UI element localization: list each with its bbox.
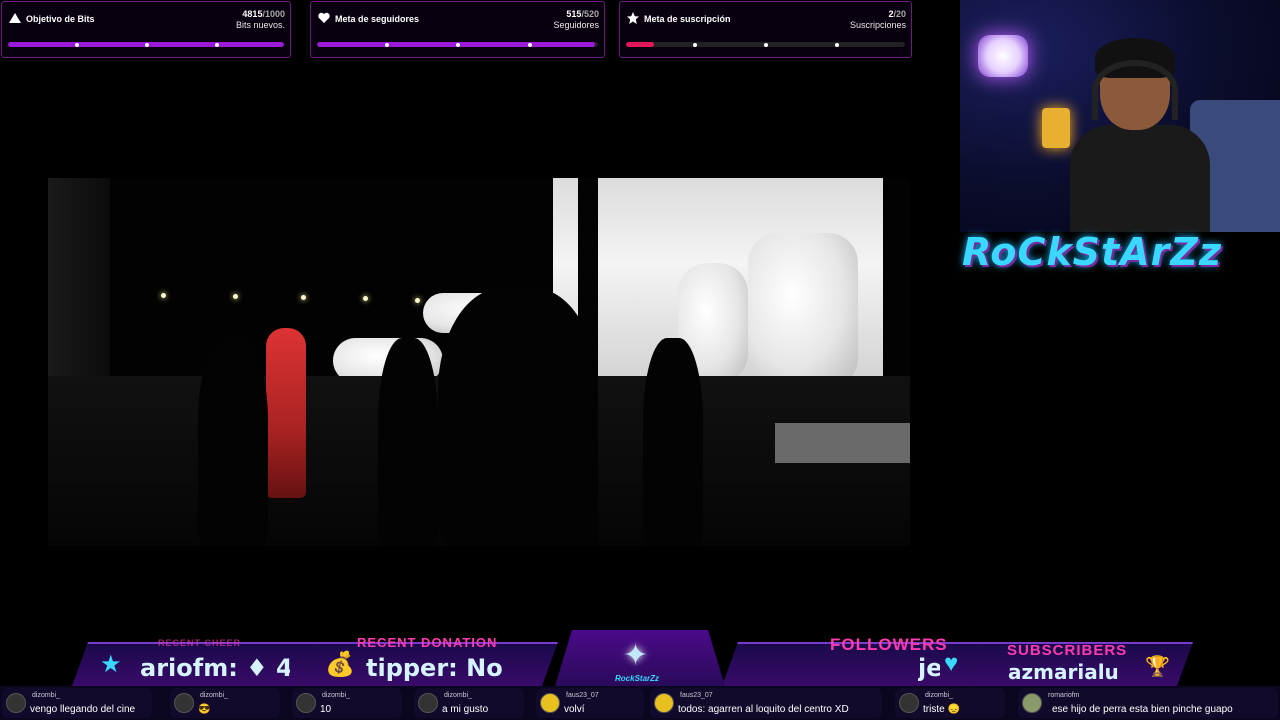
chat-text: 10 bbox=[320, 704, 332, 715]
microphone bbox=[1042, 108, 1070, 148]
goal-count: 4815/1000 bbox=[242, 9, 285, 19]
followers-label: FOLLOWERS bbox=[830, 635, 948, 654]
center-logo: ✦ RockStarZz bbox=[555, 630, 725, 686]
avatar bbox=[296, 693, 316, 713]
chat-username: dizombi_ bbox=[444, 692, 473, 699]
chat-username: dizombi_ bbox=[200, 692, 229, 699]
video-player[interactable] bbox=[48, 178, 910, 546]
avatar bbox=[418, 693, 438, 713]
chat-message: romariofm ese hijo de perra esta bien pi… bbox=[1018, 688, 1278, 718]
chat-username: faus23_07 bbox=[566, 692, 599, 699]
webcam-feed bbox=[960, 0, 1280, 232]
chat-message: dizombi_ triste 😞 bbox=[895, 688, 1005, 718]
heart-icon bbox=[318, 12, 330, 23]
chat-username: romariofm bbox=[1048, 692, 1080, 699]
goal-title: Meta de seguidores bbox=[335, 14, 420, 24]
chat-text: ese hijo de perra esta bien pinche guapo bbox=[1052, 704, 1233, 715]
subscribers-value: azmarialu bbox=[1008, 660, 1119, 684]
goal-subtitle: Suscripciones bbox=[849, 20, 906, 30]
trophy-icon: 🏆 bbox=[1145, 656, 1170, 678]
avatar bbox=[654, 693, 674, 713]
goal-title: Objetivo de Bits bbox=[26, 14, 95, 24]
chat-message: faus23_07 volví bbox=[536, 688, 644, 718]
chat-username: faus23_07 bbox=[680, 692, 713, 699]
chat-message: faus23_07 todos: agarren al loquito del … bbox=[650, 688, 882, 718]
channel-logo: RoCkStArZz bbox=[962, 230, 1222, 274]
goal-subtitle: Bits nuevos. bbox=[235, 20, 285, 30]
chat-username: dizombi_ bbox=[32, 692, 61, 699]
star-icon: ★ bbox=[100, 651, 122, 678]
avatar bbox=[1022, 693, 1042, 713]
avatar bbox=[6, 693, 26, 713]
lamp bbox=[978, 35, 1028, 77]
chat-username: dizombi_ bbox=[925, 692, 954, 699]
chat-message: dizombi_ 😎 bbox=[170, 688, 280, 718]
bits-goal-widget: Objetivo de Bits 4815/1000 Bits nuevos. bbox=[1, 1, 291, 58]
avatar bbox=[540, 693, 560, 713]
center-logo-text: RockStarZz bbox=[615, 674, 660, 683]
recent-donation-label: RECENT DONATION bbox=[357, 635, 498, 650]
headphones bbox=[1092, 60, 1178, 120]
avatar bbox=[899, 693, 919, 713]
chat-message: dizombi_ a mi gusto bbox=[414, 688, 524, 718]
chat-text: volví bbox=[564, 704, 585, 715]
recent-cheer-value: ariofm: ♦ 4 bbox=[140, 654, 290, 682]
chat-strip: dizombi_ vengo llegando del cine dizombi… bbox=[0, 686, 1280, 720]
heart-icon: ♥ bbox=[944, 650, 959, 677]
money-icon: 💰 bbox=[325, 651, 355, 678]
recent-cheer-label: RECENT CHEER bbox=[158, 638, 242, 648]
avatar bbox=[174, 693, 194, 713]
chat-text: triste 😞 bbox=[923, 704, 960, 715]
chat-text: vengo llegando del cine bbox=[30, 704, 136, 715]
goal-count: 515/520 bbox=[566, 9, 599, 19]
goal-title: Meta de suscripción bbox=[644, 14, 731, 24]
star-icon bbox=[627, 12, 639, 24]
star-logo-icon: ✦ bbox=[623, 639, 649, 672]
chat-message: dizombi_ 10 bbox=[292, 688, 402, 718]
chat-text: todos: agarren al loquito del centro XD bbox=[678, 704, 849, 715]
chat-message: dizombi_ vengo llegando del cine bbox=[2, 688, 152, 718]
goal-subtitle: Seguidores bbox=[553, 20, 599, 30]
chat-username: dizombi_ bbox=[322, 692, 351, 699]
subscription-goal-widget: Meta de suscripción 2/20 Suscripciones bbox=[619, 1, 912, 58]
recent-donation-value: tipper: No bbox=[366, 654, 503, 682]
triangle-icon bbox=[9, 13, 21, 23]
streamer-body bbox=[1070, 125, 1210, 232]
scene-panel bbox=[775, 423, 910, 463]
subscribers-label: SUBSCRIBERS bbox=[1007, 642, 1128, 659]
chat-text: 😎 bbox=[198, 704, 211, 715]
goal-count: 2/20 bbox=[888, 9, 906, 19]
followers-value: je bbox=[918, 654, 940, 682]
chat-text: a mi gusto bbox=[442, 704, 489, 715]
scene-red-figure bbox=[266, 328, 306, 498]
followers-goal-widget: Meta de seguidores 515/520 Seguidores bbox=[310, 1, 605, 58]
